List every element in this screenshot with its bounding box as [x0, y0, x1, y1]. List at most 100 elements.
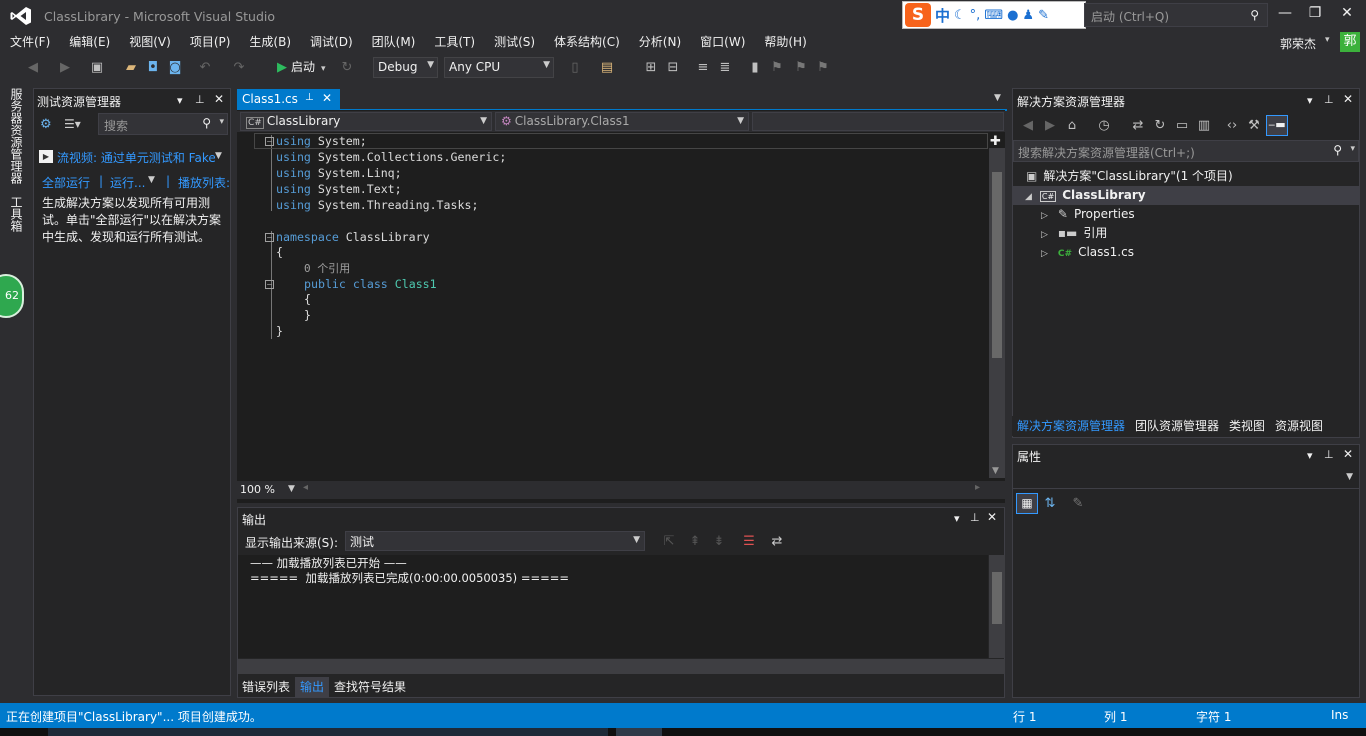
- split-icon[interactable]: ✚: [990, 134, 1001, 149]
- menu-file[interactable]: 文件(F): [0, 32, 59, 54]
- pin-icon[interactable]: ⊥: [305, 92, 314, 103]
- back-icon[interactable]: ◀: [24, 59, 42, 77]
- bookmark-icon[interactable]: ▮: [746, 59, 764, 77]
- tab-team-explorer[interactable]: 团队资源管理器: [1130, 416, 1224, 436]
- tab-find-symbol-results[interactable]: 查找符号结果: [329, 677, 411, 697]
- clear-bookmarks-icon[interactable]: ⚑: [814, 59, 832, 77]
- punctuation-icon[interactable]: °,: [970, 8, 981, 23]
- tab-solution-explorer[interactable]: 解决方案资源管理器: [1012, 416, 1131, 436]
- output-scroll-thumb[interactable]: [992, 572, 1002, 624]
- close-button[interactable]: ✕: [1334, 5, 1360, 25]
- align-icon[interactable]: ⊞: [642, 59, 660, 77]
- run-all-link[interactable]: 全部运行: [42, 174, 90, 191]
- tab-class1-cs[interactable]: Class1.cs ⊥ ✕: [237, 89, 340, 110]
- output-text-area[interactable]: —— 加载播放列表已开始 —— ===== 加载播放列表已完成(0:00:00.…: [238, 555, 988, 658]
- solution-config-select[interactable]: Debug ▼: [373, 57, 438, 78]
- pin-icon[interactable]: ⊥: [970, 511, 980, 524]
- output-source-select[interactable]: 测试 ▼: [345, 531, 645, 551]
- new-project-icon[interactable]: ▣: [88, 59, 106, 77]
- user-name[interactable]: 郭荣杰: [1280, 35, 1316, 52]
- chevron-down-icon[interactable]: ▾: [321, 64, 326, 74]
- panel-menu-icon[interactable]: ▾: [177, 94, 183, 107]
- tree-item-references[interactable]: ▷ ▪▬ 引用: [1041, 224, 1107, 243]
- close-icon[interactable]: ✕: [1343, 447, 1353, 461]
- tree-item-solution[interactable]: ▣ 解决方案"ClassLibrary"(1 个项目): [1026, 167, 1233, 186]
- class-dropdown[interactable]: ⚙ ClassLibrary.Class1 ▼: [495, 112, 749, 131]
- properties-object-select[interactable]: ▼: [1013, 468, 1359, 489]
- ime-toolbar[interactable]: S 中 ☾ °, ⌨ ● ♟ ✎: [902, 1, 1086, 29]
- comment-icon[interactable]: ≡: [694, 59, 712, 77]
- sync-icon[interactable]: ⇄: [1129, 117, 1147, 135]
- tab-resource-view[interactable]: 资源视图: [1270, 416, 1328, 436]
- taskbar-app[interactable]: [616, 728, 662, 736]
- tab-output[interactable]: 输出: [295, 677, 330, 697]
- collapsed-arrow-icon[interactable]: ▷: [1041, 230, 1048, 240]
- collapsed-arrow-icon[interactable]: ▷: [1041, 211, 1048, 221]
- close-icon[interactable]: ✕: [322, 91, 332, 105]
- menu-architecture[interactable]: 体系结构(C): [544, 32, 629, 54]
- editor-scroll-thumb[interactable]: [992, 172, 1002, 358]
- platform-select[interactable]: Any CPU ▼: [444, 57, 554, 78]
- video-link[interactable]: 流视频: 通过单元测试和 Fake: [57, 149, 215, 166]
- format-icon[interactable]: ⊟: [664, 59, 682, 77]
- refresh-icon[interactable]: ↻: [1151, 117, 1169, 135]
- panel-menu-icon[interactable]: ▾: [1307, 449, 1313, 462]
- user-icon[interactable]: ●: [1007, 8, 1018, 23]
- scroll-down-icon[interactable]: ▼: [992, 466, 999, 476]
- taskbar-app[interactable]: [48, 728, 608, 736]
- menu-build[interactable]: 生成(B): [239, 32, 300, 54]
- shirt-icon[interactable]: ♟: [1022, 8, 1034, 23]
- menu-help[interactable]: 帮助(H): [754, 32, 815, 54]
- properties-icon[interactable]: ⚒: [1245, 117, 1263, 135]
- prev-bookmark-icon[interactable]: ⚑: [768, 59, 786, 77]
- search-icon[interactable]: ⚲: [1250, 8, 1259, 22]
- moon-icon[interactable]: ☾: [954, 8, 966, 23]
- start-debugging-button[interactable]: ▶ 启动 ▾: [277, 58, 326, 78]
- expanded-arrow-icon[interactable]: ◢: [1025, 192, 1032, 202]
- chevron-down-icon[interactable]: ▾: [1350, 144, 1355, 154]
- search-icon[interactable]: ⚲: [202, 116, 211, 130]
- close-icon[interactable]: ✕: [214, 92, 224, 106]
- save-all-icon[interactable]: ◙: [166, 59, 184, 77]
- tab-overflow-icon[interactable]: ▼: [994, 93, 1001, 103]
- minimize-button[interactable]: —: [1272, 5, 1298, 25]
- zoom-level[interactable]: 100 %: [240, 483, 275, 496]
- back-icon[interactable]: ◀: [1019, 117, 1037, 135]
- toolbox-tab[interactable]: 工具箱: [8, 196, 25, 232]
- menu-window[interactable]: 窗口(W): [690, 32, 754, 54]
- wrench-icon[interactable]: ✎: [1038, 8, 1049, 23]
- code-text-area[interactable]: − − − using System; using System.Collect…: [254, 133, 988, 480]
- property-pages-icon[interactable]: ✎: [1069, 495, 1087, 513]
- scroll-right-icon[interactable]: ▸: [975, 482, 980, 493]
- menu-analyze[interactable]: 分析(N): [629, 32, 690, 54]
- tab-class-view[interactable]: 类视图: [1224, 416, 1270, 436]
- history-icon[interactable]: ◷: [1095, 117, 1113, 135]
- test-search-input[interactable]: 搜索 ⚲ ▾: [98, 113, 228, 135]
- find-in-files-icon[interactable]: ▤: [598, 59, 616, 77]
- menu-test[interactable]: 测试(S): [484, 32, 544, 54]
- tree-item-class1[interactable]: ▷ C# Class1.cs: [1041, 243, 1134, 262]
- save-icon[interactable]: ◘: [144, 59, 162, 77]
- tree-item-properties[interactable]: ▷ ✎ Properties: [1041, 205, 1135, 224]
- chevron-down-icon[interactable]: ▼: [288, 484, 295, 494]
- attach-icon[interactable]: ▯: [566, 59, 584, 77]
- menu-tools[interactable]: 工具(T): [424, 32, 484, 54]
- group-by-icon[interactable]: ☰▾: [64, 117, 81, 131]
- preview-selected-icon[interactable]: ‒▬: [1266, 115, 1288, 136]
- menu-debug[interactable]: 调试(D): [300, 32, 362, 54]
- code-lens-references[interactable]: 0 个引用: [304, 261, 350, 277]
- menu-team[interactable]: 团队(M): [362, 32, 425, 54]
- collapse-icon[interactable]: −: [265, 233, 274, 242]
- maximize-button[interactable]: ❐: [1302, 5, 1328, 25]
- solution-search-input[interactable]: 搜索解决方案资源管理器(Ctrl+;) ⚲ ▾: [1013, 140, 1359, 162]
- server-explorer-tab[interactable]: 服务器资源管理器: [8, 88, 25, 184]
- output-horizontal-scrollbar[interactable]: [238, 659, 1005, 674]
- chevron-down-icon[interactable]: ▼: [215, 151, 222, 161]
- member-dropdown[interactable]: [752, 112, 1004, 131]
- show-all-files-icon[interactable]: ▥: [1195, 117, 1213, 135]
- tab-error-list[interactable]: 错误列表: [237, 677, 295, 697]
- panel-menu-icon[interactable]: ▾: [1307, 94, 1313, 107]
- refresh-icon[interactable]: ↻: [338, 59, 356, 77]
- next-bookmark-icon[interactable]: ⚑: [792, 59, 810, 77]
- undo-icon[interactable]: ↶: [196, 59, 214, 77]
